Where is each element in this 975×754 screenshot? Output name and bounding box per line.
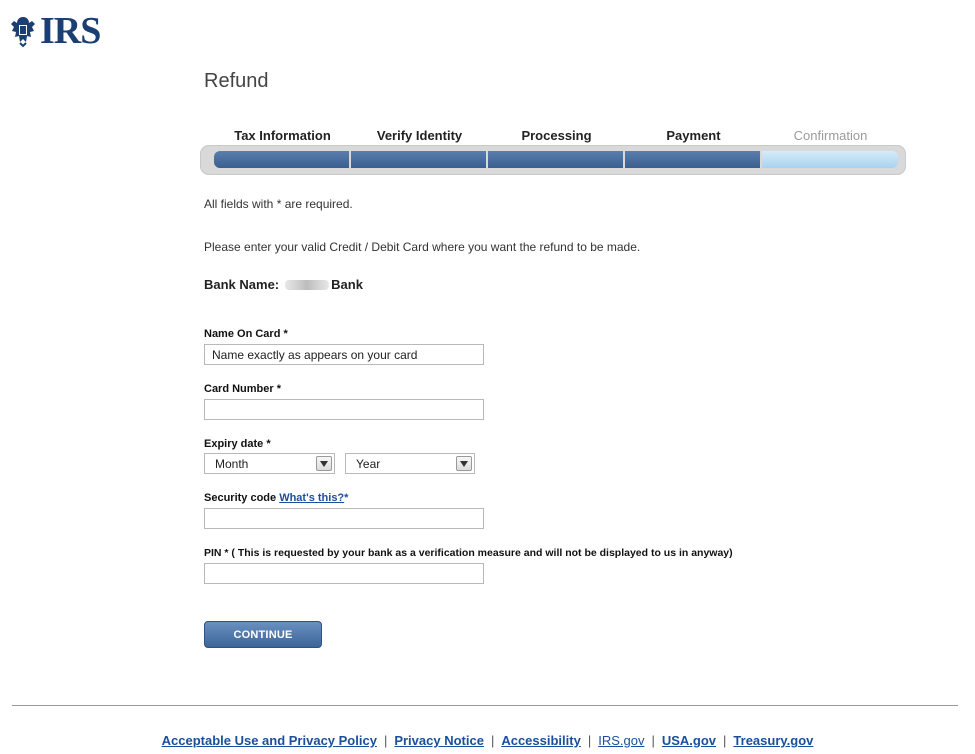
expiry-year-select[interactable]: Year xyxy=(345,453,475,474)
card-number-label: Card Number * xyxy=(204,383,282,395)
redacted-bank-name xyxy=(285,279,330,290)
progress-track xyxy=(200,145,906,175)
chevron-down-icon xyxy=(456,456,472,471)
security-code-required-mark: * xyxy=(344,492,349,504)
continue-button[interactable]: CONTINUE xyxy=(204,621,322,648)
pin-label: PIN * ( This is requested by your bank a… xyxy=(204,547,733,559)
irs-logo[interactable]: IRS xyxy=(8,10,101,52)
security-code-label-text: Security code xyxy=(204,492,277,504)
security-code-label: Security code What's this?* xyxy=(204,492,348,504)
eagle-seal-icon xyxy=(11,17,35,48)
footer-link-irs-gov[interactable]: IRS.gov xyxy=(598,733,644,748)
step-tax-information: Tax Information xyxy=(234,128,331,143)
chevron-down-icon xyxy=(316,456,332,471)
footer-link-acceptable-use[interactable]: Acceptable Use and Privacy Policy xyxy=(162,733,377,748)
progress-segment-4 xyxy=(625,151,760,168)
progress-segment-1 xyxy=(214,151,349,168)
progress-steps: Tax Information Verify Identity Processi… xyxy=(200,128,909,175)
footer-link-privacy-notice[interactable]: Privacy Notice xyxy=(394,733,484,748)
pin-input[interactable] xyxy=(204,563,484,584)
logo-text: IRS xyxy=(40,10,101,52)
expiry-date-label: Expiry date * xyxy=(204,438,271,450)
name-on-card-label: Name On Card * xyxy=(204,328,288,340)
step-payment: Payment xyxy=(666,128,721,143)
progress-segment-2 xyxy=(351,151,486,168)
footer-link-accessibility[interactable]: Accessibility xyxy=(501,733,581,748)
footer-links: Acceptable Use and Privacy Policy | Privac… xyxy=(161,733,814,748)
required-note: All fields with * are required. xyxy=(204,197,353,211)
footer-link-usa-gov[interactable]: USA.gov xyxy=(662,733,716,748)
progress-segment-3 xyxy=(488,151,623,168)
footer-divider xyxy=(12,705,958,706)
bank-name-suffix: Bank xyxy=(331,277,363,292)
expiry-month-select[interactable]: Month xyxy=(204,453,335,474)
security-code-input[interactable] xyxy=(204,508,484,529)
card-number-input[interactable] xyxy=(204,399,484,420)
instruction-text: Please enter your valid Credit / Debit C… xyxy=(204,240,641,254)
footer-link-treasury-gov[interactable]: Treasury.gov xyxy=(733,733,813,748)
name-on-card-input[interactable] xyxy=(204,344,484,365)
expiry-year-value: Year xyxy=(356,456,381,471)
step-confirmation: Confirmation xyxy=(793,128,868,143)
page-title: Refund xyxy=(204,70,269,92)
bank-name: Bank Name: Bank xyxy=(204,277,363,292)
whats-this-link[interactable]: What's this? xyxy=(279,492,344,504)
step-verify-identity: Verify Identity xyxy=(376,128,463,143)
bank-name-label: Bank Name: xyxy=(204,277,280,292)
step-processing: Processing xyxy=(521,128,592,143)
expiry-month-value: Month xyxy=(215,456,249,471)
progress-segment-5 xyxy=(762,151,898,168)
